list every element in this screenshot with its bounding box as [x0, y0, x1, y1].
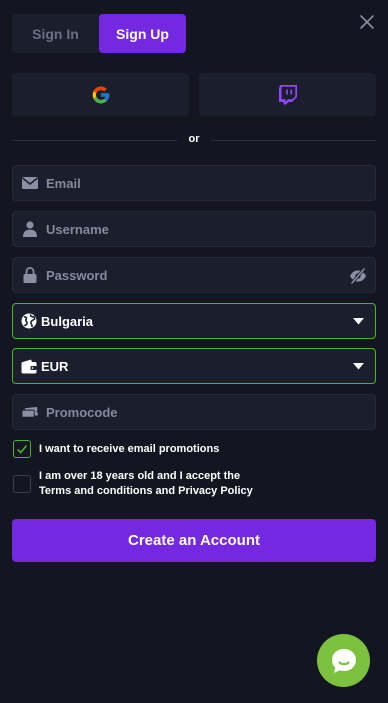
terms-checkbox[interactable] — [13, 475, 31, 493]
checkmark-icon — [16, 444, 28, 454]
promocode-field[interactable]: Promocode — [12, 394, 376, 430]
signup-modal: Sign In Sign Up or Email Username Passwo… — [0, 0, 388, 703]
tab-sign-up[interactable]: Sign Up — [99, 14, 186, 53]
email-placeholder: Email — [46, 175, 81, 191]
twitch-login-button[interactable] — [199, 73, 376, 116]
divider-text: or — [188, 133, 200, 145]
currency-value: EUR — [41, 358, 69, 374]
tab-sign-in[interactable]: Sign In — [12, 14, 99, 53]
username-placeholder: Username — [46, 221, 109, 237]
globe-icon — [21, 313, 37, 329]
chat-button[interactable] — [317, 634, 370, 687]
eye-slash-icon[interactable] — [349, 267, 367, 285]
chevron-down-icon — [353, 318, 364, 325]
user-icon — [22, 221, 38, 237]
terms-label-line1: I am over 18 years old and I accept the — [39, 470, 241, 482]
google-icon — [92, 86, 109, 103]
or-divider: or — [12, 133, 376, 145]
close-icon[interactable] — [359, 14, 375, 30]
divider-line-right — [211, 140, 376, 141]
lock-icon — [22, 267, 38, 283]
country-value: Bulgaria — [41, 313, 94, 329]
country-select[interactable]: Bulgaria — [12, 303, 376, 339]
create-account-button[interactable]: Create an Account — [12, 519, 376, 562]
password-field[interactable]: Password — [12, 257, 376, 293]
wallet-icon — [21, 358, 37, 374]
username-field[interactable]: Username — [12, 211, 376, 247]
chat-icon — [331, 648, 356, 673]
terms-label-line2[interactable]: Terms and conditions and Privacy Policy — [39, 484, 253, 499]
chevron-down-icon — [353, 363, 364, 370]
twitch-icon — [278, 85, 297, 105]
email-promotions-checkbox[interactable] — [13, 440, 31, 458]
email-field[interactable]: Email — [12, 165, 376, 201]
ticket-icon — [22, 404, 38, 420]
envelope-icon — [22, 175, 38, 191]
auth-tabs: Sign In Sign Up — [12, 14, 186, 53]
currency-select[interactable]: EUR — [12, 348, 376, 384]
email-promotions-label: I want to receive email promotions — [39, 443, 220, 455]
password-placeholder: Password — [46, 267, 108, 283]
google-login-button[interactable] — [12, 73, 189, 116]
promocode-placeholder: Promocode — [46, 404, 118, 420]
